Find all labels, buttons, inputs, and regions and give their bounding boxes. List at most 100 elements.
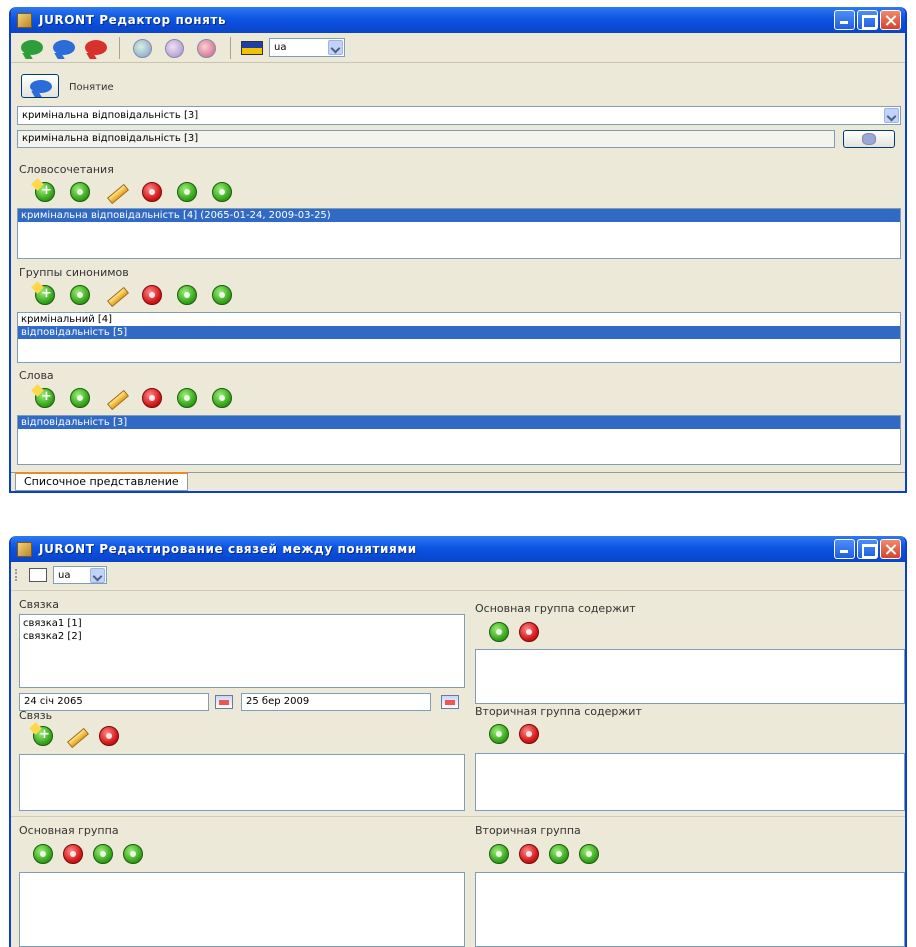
toolbar: ua	[15, 566, 107, 584]
add-item-icon[interactable]	[70, 182, 90, 202]
main-group-toolbar	[33, 844, 143, 864]
edit-icon[interactable]	[105, 285, 127, 305]
add-icon[interactable]	[489, 844, 509, 864]
main-group-contains-list[interactable]	[475, 649, 905, 704]
bubble-red-icon[interactable]	[83, 37, 109, 59]
move-up-icon[interactable]	[177, 285, 197, 305]
apply-button[interactable]	[843, 130, 895, 148]
title-bar[interactable]: JURONT Редактор понять	[11, 7, 905, 33]
edit-icon[interactable]	[105, 388, 127, 408]
list-item[interactable]: кримінальний [4]	[18, 313, 900, 326]
add-icon[interactable]	[33, 726, 53, 746]
phrases-toolbar	[35, 182, 232, 202]
maximize-button[interactable]	[857, 539, 878, 559]
delete-icon[interactable]	[99, 726, 119, 746]
secondary-group-toolbar	[489, 844, 599, 864]
list-item[interactable]: відповідальність [3]	[18, 416, 900, 429]
bubble-blue-icon[interactable]	[51, 37, 77, 59]
move-down-icon[interactable]	[212, 388, 232, 408]
date-to-field[interactable]: 25 бер 2009	[241, 693, 431, 711]
words-label: Слова	[19, 369, 54, 382]
disc-red-icon[interactable]	[194, 37, 220, 59]
app-icon	[17, 12, 32, 28]
relation-toolbar	[33, 726, 119, 746]
minimize-button[interactable]	[834, 539, 855, 559]
maximize-button[interactable]	[857, 10, 878, 30]
chevron-down-icon[interactable]	[328, 40, 343, 55]
list-item[interactable]: связка1 [1]	[20, 617, 464, 630]
move-down-icon[interactable]	[123, 844, 143, 864]
flag-icon[interactable]	[241, 40, 263, 55]
secondary-group-list[interactable]	[475, 872, 905, 947]
close-button[interactable]	[880, 10, 901, 30]
toolbar-grip-icon	[15, 569, 23, 581]
tab-list-view[interactable]: Списочное представление	[15, 472, 188, 491]
words-toolbar	[35, 388, 232, 408]
link-label: Связка	[19, 598, 60, 611]
add-icon[interactable]	[489, 724, 509, 744]
words-list[interactable]: відповідальність [3]	[17, 415, 901, 465]
list-item[interactable]: відповідальність [5]	[18, 326, 900, 339]
language-select[interactable]: ua	[269, 38, 345, 57]
add-icon[interactable]	[489, 622, 509, 642]
list-item[interactable]: кримінальна відповідальність [4] (2065-0…	[18, 209, 900, 222]
concept-field[interactable]: кримінальна відповідальність [3]	[17, 130, 835, 148]
secondary-group-contains-list[interactable]	[475, 753, 905, 811]
separator	[11, 590, 905, 591]
concept-editor-window: JURONT Редактор понять ua Понятие кримін…	[9, 7, 907, 493]
move-up-icon[interactable]	[177, 388, 197, 408]
disc-green-icon[interactable]	[130, 37, 156, 59]
main-group-contains-toolbar	[489, 622, 539, 642]
add-icon[interactable]	[35, 388, 55, 408]
add-item-icon[interactable]	[70, 388, 90, 408]
minimize-button[interactable]	[834, 10, 855, 30]
delete-icon[interactable]	[63, 844, 83, 864]
relation-list[interactable]	[19, 754, 465, 811]
delete-icon[interactable]	[519, 724, 539, 744]
delete-icon[interactable]	[519, 622, 539, 642]
add-icon[interactable]	[35, 182, 55, 202]
edit-icon[interactable]	[65, 726, 87, 746]
toolbar-separator	[230, 36, 231, 59]
title-bar[interactable]: JURONT Редактирование связей между понят…	[11, 536, 905, 562]
move-down-icon[interactable]	[579, 844, 599, 864]
synonyms-label: Группы синонимов	[19, 266, 129, 279]
secondary-group-contains-label: Вторичная группа содержит	[475, 705, 642, 718]
language-value: ua	[58, 569, 71, 581]
concept-label: Понятие	[69, 82, 114, 93]
concept-button[interactable]	[21, 74, 59, 98]
move-up-icon[interactable]	[177, 182, 197, 202]
close-button[interactable]	[880, 539, 901, 559]
add-item-icon[interactable]	[70, 285, 90, 305]
window-title: JURONT Редактор понять	[39, 13, 227, 27]
delete-icon[interactable]	[142, 388, 162, 408]
bubble-green-icon[interactable]	[19, 37, 45, 59]
move-up-icon[interactable]	[93, 844, 113, 864]
tab-bar: Списочное представление	[11, 472, 905, 491]
calendar-icon[interactable]	[441, 695, 459, 709]
edit-icon[interactable]	[105, 182, 127, 202]
delete-icon[interactable]	[142, 182, 162, 202]
main-group-list[interactable]	[19, 872, 465, 947]
add-icon[interactable]	[33, 844, 53, 864]
secondary-group-label: Вторичная группа	[475, 824, 581, 837]
move-up-icon[interactable]	[549, 844, 569, 864]
list-item[interactable]: связка2 [2]	[20, 630, 464, 643]
window-title: JURONT Редактирование связей между понят…	[39, 542, 417, 556]
delete-icon[interactable]	[519, 844, 539, 864]
link-list[interactable]: связка1 [1] связка2 [2]	[19, 614, 465, 688]
flag-icon[interactable]	[29, 568, 47, 582]
delete-icon[interactable]	[142, 285, 162, 305]
move-down-icon[interactable]	[212, 285, 232, 305]
chevron-down-icon[interactable]	[884, 108, 899, 123]
concept-combo[interactable]: кримінальна відповідальність [3]	[17, 106, 901, 125]
synonyms-list[interactable]: кримінальний [4] відповідальність [5]	[17, 312, 901, 363]
phrases-list[interactable]: кримінальна відповідальність [4] (2065-0…	[17, 208, 901, 259]
add-icon[interactable]	[35, 285, 55, 305]
language-select[interactable]: ua	[53, 566, 107, 584]
disc-purple-icon[interactable]	[162, 37, 188, 59]
main-toolbar: ua	[11, 33, 905, 63]
calendar-icon[interactable]	[215, 695, 233, 709]
chevron-down-icon[interactable]	[90, 567, 105, 583]
move-down-icon[interactable]	[212, 182, 232, 202]
